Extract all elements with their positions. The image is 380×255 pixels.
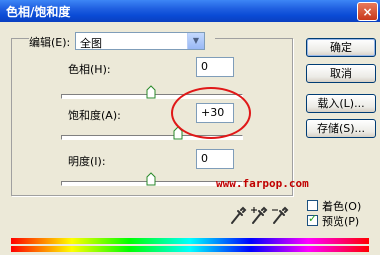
annotation-circle xyxy=(171,87,251,139)
colorize-label[interactable]: 着色(O) xyxy=(322,198,361,214)
load-button[interactable]: 载入(L)... xyxy=(306,94,376,113)
edit-row: 编辑(E): 全图 ▼ xyxy=(29,32,215,50)
edit-label: 编辑(E): xyxy=(29,36,71,49)
title-bar: 色相/饱和度 × xyxy=(0,0,380,22)
lightness-slider-thumb[interactable] xyxy=(146,172,156,186)
output-color-bar xyxy=(11,246,369,252)
eyedropper-plus-icon[interactable] xyxy=(250,206,268,226)
hue-label: 色相(H): xyxy=(68,63,111,76)
edit-select-value: 全图 xyxy=(80,37,102,50)
preview-label[interactable]: 预览(P) xyxy=(322,213,359,229)
save-button[interactable]: 存储(S)... xyxy=(306,119,376,138)
checkmark-icon: ✓ xyxy=(308,212,318,225)
lightness-label: 明度(I): xyxy=(68,155,106,168)
colorize-checkbox[interactable] xyxy=(307,200,318,211)
input-color-bar xyxy=(11,238,369,244)
eyedropper-icon[interactable] xyxy=(229,206,247,226)
chevron-down-icon[interactable]: ▼ xyxy=(187,33,204,49)
watermark: www.farpop.com xyxy=(216,177,309,190)
cancel-button[interactable]: 取消 xyxy=(306,64,376,83)
hue-input[interactable]: 0 xyxy=(196,57,234,77)
saturation-label: 饱和度(A): xyxy=(68,109,121,122)
close-icon: × xyxy=(362,5,373,19)
edit-select[interactable]: 全图 ▼ xyxy=(75,32,205,50)
close-button[interactable]: × xyxy=(357,2,378,21)
ok-button[interactable]: 确定 xyxy=(306,38,376,57)
preview-checkbox[interactable]: ✓ xyxy=(307,212,318,226)
window-title: 色相/饱和度 xyxy=(6,5,71,19)
eyedropper-minus-icon[interactable] xyxy=(271,206,289,226)
lightness-input[interactable]: 0 xyxy=(196,149,234,169)
hue-slider-thumb[interactable] xyxy=(146,85,156,99)
